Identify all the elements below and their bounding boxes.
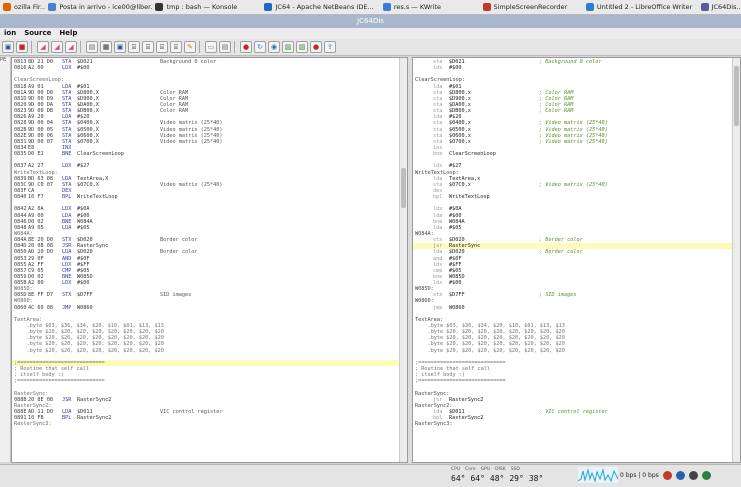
record-icon[interactable] xyxy=(662,471,672,480)
wrench-icon[interactable]: ✎ xyxy=(184,41,196,53)
taskbar-item-label: res.s — KWrite xyxy=(393,3,442,11)
taskbar-item-label: Posta in arrivo - ice00@liber... xyxy=(59,3,153,11)
network-graph xyxy=(578,467,618,483)
screen-icon[interactable]: ▭ xyxy=(205,41,217,53)
graph-svg xyxy=(578,468,618,483)
menu-item[interactable]: Source xyxy=(20,28,55,39)
sensor-label: DISK xyxy=(495,467,506,472)
menu-bar: ion Source Help xyxy=(0,28,741,39)
refresh-icon[interactable]: ↻ xyxy=(254,41,266,53)
system-tray: 0 bps | 0 bps xyxy=(620,471,711,480)
taskbar-item[interactable]: tmp : bash — Konsole xyxy=(152,0,261,14)
taskbar-item[interactable]: res.s — KWrite xyxy=(380,0,480,14)
disassembly-scrollbar[interactable] xyxy=(399,58,407,462)
code-line[interactable]: RasterSync3: xyxy=(413,421,732,427)
taskbar-item-label: tmp : bash — Konsole xyxy=(166,3,238,11)
app-icon xyxy=(585,3,594,11)
sensor-label: Core xyxy=(465,467,476,472)
export-icon[interactable]: ⇪ xyxy=(324,41,336,53)
firefox-icon[interactable] xyxy=(675,471,685,480)
taskbar-item-label: Untitled 2 - LibreOffice Writer xyxy=(596,3,693,11)
toolbar-separator xyxy=(31,41,32,53)
code-icon[interactable]: ⌸ xyxy=(156,41,168,53)
line-label: RasterSync3: xyxy=(14,421,52,428)
taskbar-item[interactable]: JC64 - Apache NetBeans IDE... xyxy=(261,0,379,14)
scrollbar-thumb[interactable] xyxy=(401,168,406,208)
sensor-value: 38° xyxy=(528,474,544,483)
app-icon xyxy=(3,3,11,11)
app-icon xyxy=(155,3,164,11)
taskbar-item[interactable]: JC64Dis... xyxy=(698,0,741,14)
sensor-value: 64° xyxy=(451,474,466,483)
left-strip-label: PE xyxy=(0,57,7,63)
taskbar-item[interactable]: Posta in arrivo - ice00@liber... xyxy=(45,0,152,14)
toolbar-separator xyxy=(199,41,200,53)
source-pane[interactable]: sta $D021; Background 0 color ldx #$00 Clear… xyxy=(412,57,741,463)
taskbar-item[interactable]: SimpleScreenRecorder xyxy=(480,0,583,14)
memory-icon[interactable]: ▤ xyxy=(219,41,231,53)
menu-item[interactable]: Help xyxy=(55,28,81,39)
taskbar-item-label: ozilla Fir... xyxy=(14,3,46,11)
taskbar-item-label: JC64 - Apache NetBeans IDE... xyxy=(275,3,374,11)
line-label: RasterSync3: xyxy=(415,421,453,428)
stop-icon[interactable]: ■ xyxy=(16,41,28,53)
left-side-strip: PE xyxy=(0,57,11,462)
source-scrollbar[interactable] xyxy=(732,58,740,462)
toolbar: ▣ ■ ◢ ◢ ◢ ▤ ▦ ▣ ⌸ ⌸ ⌸ ⌸ ✎ ▭ ▤ ● ↻ ◉ ▨ ▨ ● ⇪ xyxy=(0,39,741,56)
sensor-value: 64° xyxy=(470,474,485,483)
image-icon[interactable]: ▨ xyxy=(282,41,294,53)
menu-item[interactable]: ion xyxy=(0,28,20,39)
taskbar-item[interactable]: ozilla Fir... xyxy=(0,0,45,14)
eraser-icon[interactable]: ◢ xyxy=(65,41,77,53)
sensor-label: CPU xyxy=(451,467,461,472)
app-icon xyxy=(700,3,709,11)
taskbar-item-label: SimpleScreenRecorder xyxy=(493,3,568,11)
sensor-values: 64° 64° 48° 29° 38° xyxy=(451,474,543,483)
sensor-value: 29° xyxy=(509,474,524,483)
eraser-icon[interactable]: ◢ xyxy=(37,41,49,53)
app-icon xyxy=(48,3,57,11)
taskbar-item[interactable]: Untitled 2 - LibreOffice Writer xyxy=(583,0,698,14)
disassembly-lines: 0813 8D 21 D0 STA $D021 Background 0 color 08… xyxy=(12,59,399,427)
sensor-labels: CPU Core GPU DISK SSD xyxy=(451,467,520,472)
source-lines: sta $D021; Background 0 color ldx #$00 Clear… xyxy=(413,59,732,427)
chip-icon[interactable]: ▦ xyxy=(100,41,112,53)
app-icon xyxy=(482,3,491,11)
network-speed: 0 bps | 0 bps xyxy=(620,472,659,479)
gear-icon[interactable] xyxy=(688,471,698,480)
image-icon[interactable]: ▨ xyxy=(296,41,308,53)
sensor-label: SSD xyxy=(510,467,520,472)
code-icon[interactable]: ⌸ xyxy=(142,41,154,53)
code-icon[interactable]: ⌸ xyxy=(128,41,140,53)
disk-icon[interactable]: ▣ xyxy=(114,41,126,53)
app-icon xyxy=(264,3,273,11)
code-line[interactable]: RasterSync3: xyxy=(12,421,399,427)
disk-icon[interactable]: ▣ xyxy=(2,41,14,53)
code-icon[interactable]: ⌸ xyxy=(170,41,182,53)
pin-icon[interactable]: ● xyxy=(310,41,322,53)
scrollbar-thumb[interactable] xyxy=(734,66,739,126)
toolbar-separator xyxy=(234,41,235,53)
sensor-label: GPU xyxy=(480,467,491,472)
disassembly-pane[interactable]: 0813 8D 21 D0 STA $D021 Background 0 color 08… xyxy=(11,57,408,463)
memory-icon[interactable]: ▤ xyxy=(86,41,98,53)
system-panel: CPU Core GPU DISK SSD 64° 64° 48° 29° 38° 0 bps … xyxy=(0,464,741,487)
eraser-icon[interactable]: ◢ xyxy=(51,41,63,53)
taskbar-item-label: JC64Dis... xyxy=(711,3,741,11)
window-title: JC64Dis xyxy=(0,15,741,28)
globe-icon[interactable]: ◉ xyxy=(268,41,280,53)
app-icon xyxy=(382,3,391,11)
sensor-value: 48° xyxy=(489,474,505,483)
pin-icon[interactable]: ● xyxy=(240,41,252,53)
network-icon[interactable] xyxy=(701,471,711,480)
taskbar: ozilla Fir... Posta in arrivo - ice00@lib… xyxy=(0,0,741,15)
toolbar-separator xyxy=(80,41,81,53)
